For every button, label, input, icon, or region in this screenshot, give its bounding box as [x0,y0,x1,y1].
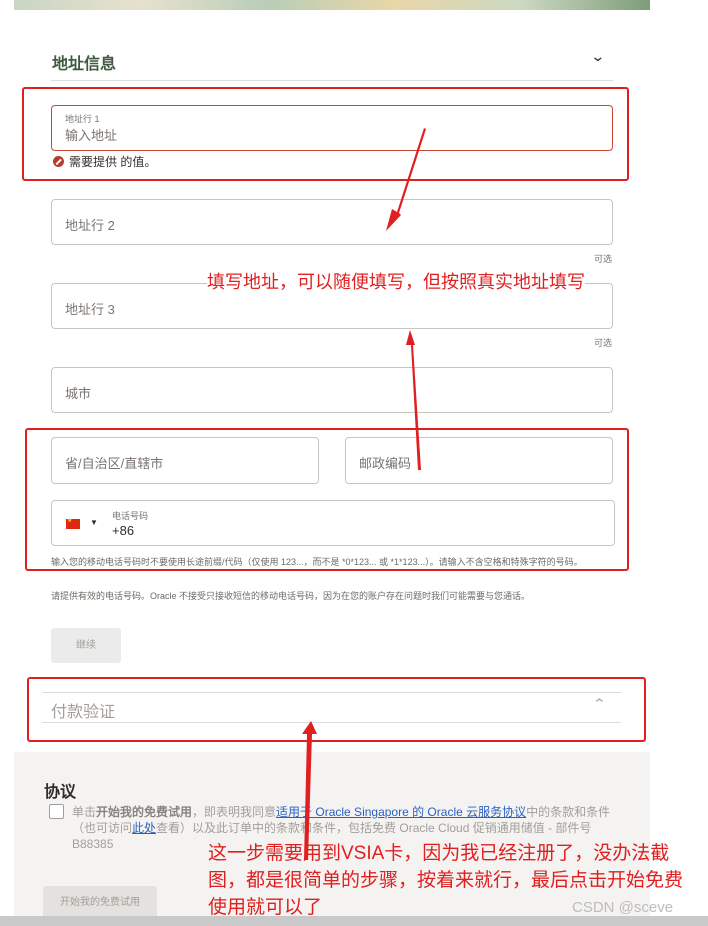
annotation-box-address1 [22,87,629,181]
continue-button[interactable]: 继续 [51,628,121,663]
cloud-agreement-link[interactable]: 适用于 Oracle Singapore 的 Oracle 云服务协议 [276,805,526,819]
city-placeholder: 城市 [65,386,92,401]
address-line-2-placeholder: 地址行 2 [65,218,115,233]
annotation-box-payment [27,677,646,742]
optional-label: 可选 [594,254,613,264]
section-divider [51,80,613,81]
address-line-2-field[interactable]: 地址行 2 [51,199,613,245]
annotation-box-region-phone [25,428,629,571]
agreement-title: 协议 [44,784,77,801]
decorative-header-band [14,0,650,10]
address-section-title: 地址信息 [52,56,117,73]
agreement-text-part: 单击 [72,805,97,819]
optional-label: 可选 [594,338,613,348]
agreement-checkbox[interactable] [49,804,64,819]
agreement-bold-text: 开始我的免费试用 [96,805,193,819]
start-free-trial-button[interactable]: 开始我的免费试用 [43,886,157,920]
phone-notice: 请提供有效的电话号码。Oracle 不接受只接收短信的移动电话号码，因为在您的账… [51,591,531,601]
city-field[interactable]: 城市 [51,367,613,413]
watermark: CSDN @sceve [572,899,674,916]
chevron-down-icon[interactable]: ⌄ [590,48,605,65]
address-line-3-placeholder: 地址行 3 [65,302,115,317]
here-link[interactable]: 此处 [132,821,156,835]
annotation-address-note: 填写地址，可以随便填写，但按照真实地址填写 [207,270,585,295]
bottom-scrollbar[interactable] [0,916,708,926]
agreement-text-part: ，即表明我同意 [192,805,277,819]
